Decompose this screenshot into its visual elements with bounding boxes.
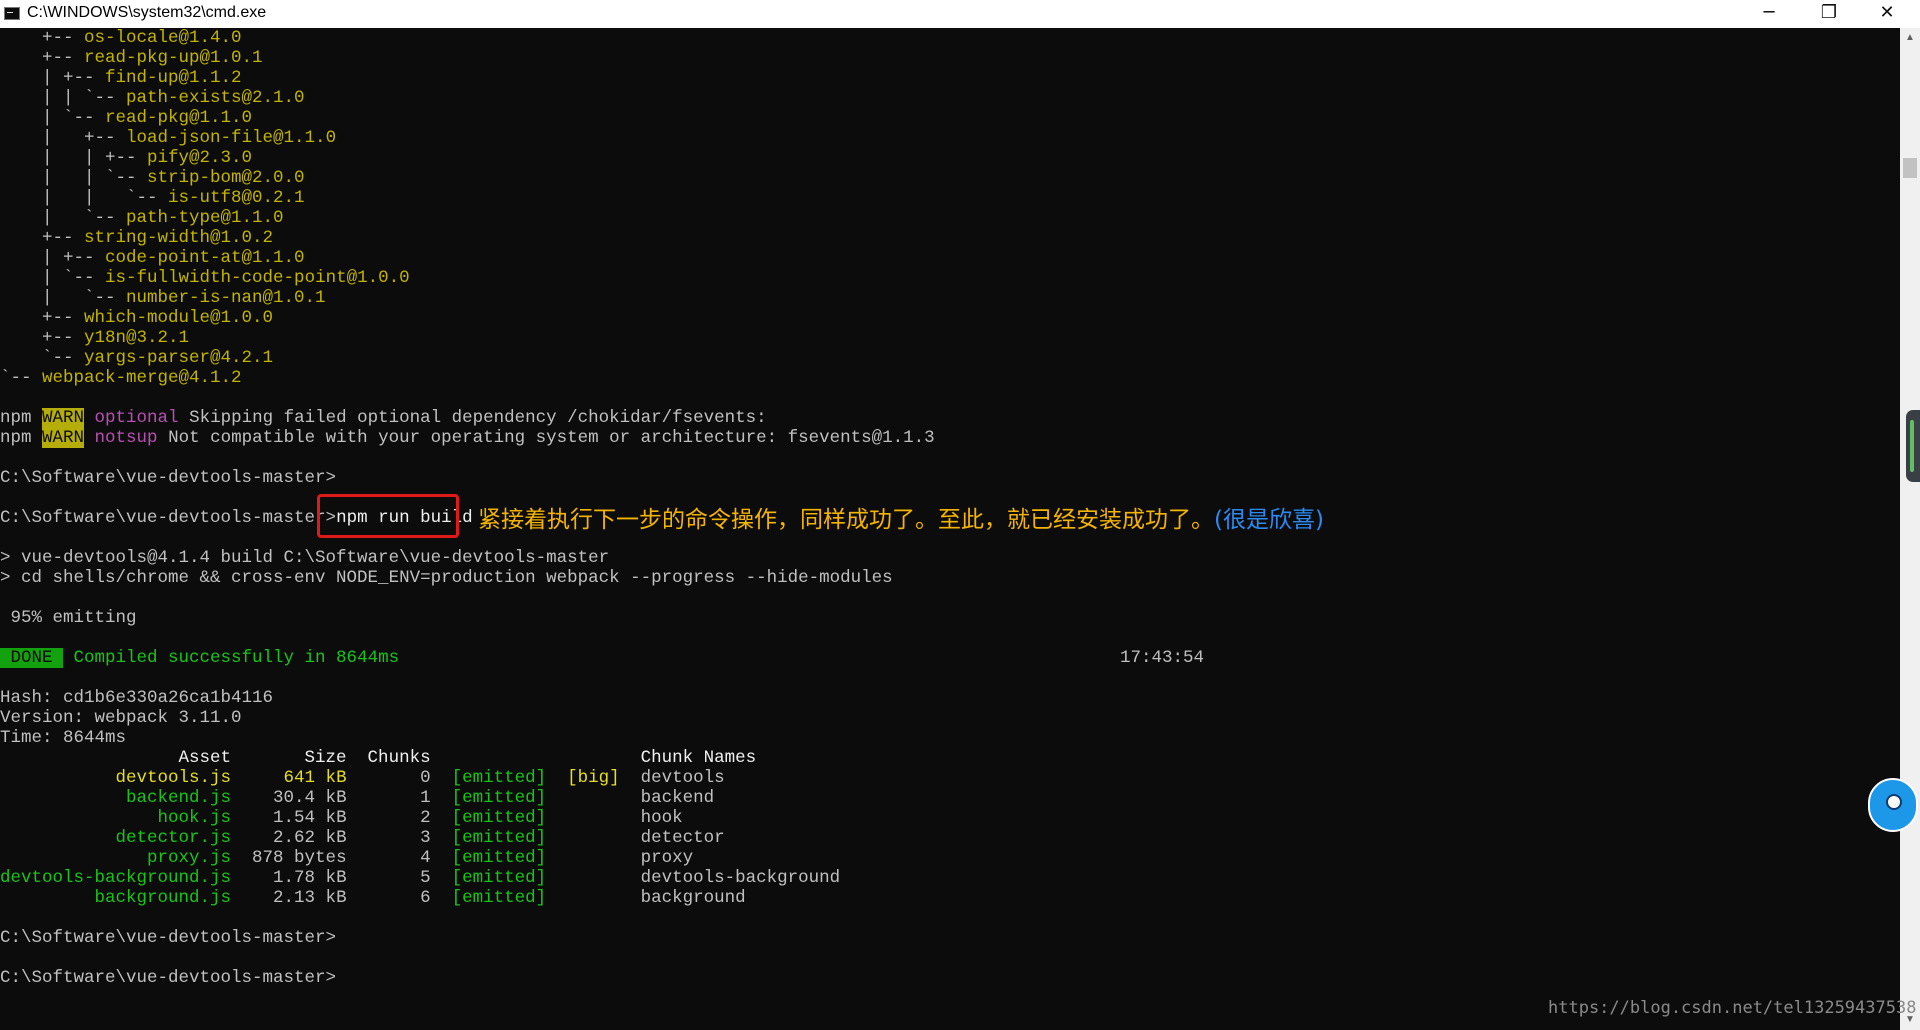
tree-line: | | `-- is-utf8@0.2.1 bbox=[0, 188, 305, 208]
tree-line: | | +-- pify@2.3.0 bbox=[0, 148, 253, 168]
script-line: > vue-devtools@4.1.4 build C:\Software\v… bbox=[0, 548, 610, 568]
npm-warn-line: npm WARN optional Skipping failed option… bbox=[0, 408, 767, 428]
hash-line: Hash: cd1b6e330a26ca1b4116 bbox=[0, 688, 274, 708]
table-row: devtools.js 641 kB 0 [emitted] [big] dev… bbox=[0, 768, 725, 788]
prompt-line: C:\Software\vue-devtools-master> bbox=[0, 968, 337, 988]
cmd-app-icon bbox=[4, 7, 20, 20]
tree-line: | +-- code-point-at@1.1.0 bbox=[0, 248, 305, 268]
npm-warn-line: npm WARN notsup Not compatible with your… bbox=[0, 428, 935, 448]
done-badge: DONE bbox=[0, 648, 64, 668]
tree-line: +-- which-module@1.0.0 bbox=[0, 308, 274, 328]
warn-badge: WARN bbox=[42, 408, 85, 428]
minimize-button[interactable]: ─ bbox=[1740, 0, 1798, 28]
scroll-up-arrow-icon[interactable]: ▲ bbox=[1900, 28, 1920, 48]
tree-line: +-- y18n@3.2.1 bbox=[0, 328, 190, 348]
tree-line: | | `-- path-exists@2.1.0 bbox=[0, 88, 305, 108]
table-row: detector.js 2.62 kB 3 [emitted] detector bbox=[0, 828, 725, 848]
done-timestamp: 17:43:54 bbox=[1120, 648, 1205, 668]
watermark-url: https://blog.csdn.net/tel13259437538 bbox=[1548, 998, 1917, 1018]
tree-line: | +-- load-json-file@1.1.0 bbox=[0, 128, 337, 148]
tree-line: +-- os-locale@1.4.0 bbox=[0, 28, 242, 48]
tree-line: `-- webpack-merge@4.1.2 bbox=[0, 368, 242, 388]
prompt-line: C:\Software\vue-devtools-master> bbox=[0, 928, 337, 948]
progress-line: 95% emitting bbox=[0, 608, 137, 628]
annotation-highlight-box bbox=[317, 494, 459, 538]
script-line: > cd shells/chrome && cross-env NODE_ENV… bbox=[0, 568, 893, 588]
table-row: background.js 2.13 kB 6 [emitted] backgr… bbox=[0, 888, 746, 908]
annotation-text: 紧接着执行下一步的命令操作，同样成功了。至此，就已经安装成功了。(很是欣喜) bbox=[478, 507, 1324, 533]
scroll-thumb[interactable] bbox=[1903, 158, 1917, 178]
assistant-mascot-icon[interactable] bbox=[1868, 778, 1918, 832]
window-title: C:\WINDOWS\system32\cmd.exe bbox=[27, 4, 267, 21]
time-line: Time: 8644ms bbox=[0, 728, 127, 748]
tree-line: | | `-- strip-bom@2.0.0 bbox=[0, 168, 305, 188]
table-row: backend.js 30.4 kB 1 [emitted] backend bbox=[0, 788, 715, 808]
tree-line: +-- string-width@1.0.2 bbox=[0, 228, 274, 248]
table-row: devtools-background.js 1.78 kB 5 [emitte… bbox=[0, 868, 841, 888]
done-line: DONE Compiled successfully in 8644ms bbox=[0, 648, 400, 668]
side-meter-widget[interactable] bbox=[1906, 410, 1920, 482]
warn-badge: WARN bbox=[42, 428, 85, 448]
close-button[interactable]: ✕ bbox=[1858, 0, 1916, 28]
title-bar: C:\WINDOWS\system32\cmd.exe ─ ❐ ✕ bbox=[0, 0, 1920, 29]
table-row: proxy.js 878 bytes 4 [emitted] proxy bbox=[0, 848, 694, 868]
tree-line: | `-- read-pkg@1.1.0 bbox=[0, 108, 253, 128]
vertical-scrollbar[interactable]: ▲ ▼ bbox=[1900, 28, 1920, 1030]
tree-line: | `-- number-is-nan@1.0.1 bbox=[0, 288, 326, 308]
maximize-button[interactable]: ❐ bbox=[1800, 0, 1858, 28]
tree-line: | `-- is-fullwidth-code-point@1.0.0 bbox=[0, 268, 410, 288]
version-line: Version: webpack 3.11.0 bbox=[0, 708, 242, 728]
annotation-paren: (很是欣喜) bbox=[1214, 507, 1324, 533]
tree-line: | `-- path-type@1.1.0 bbox=[0, 208, 284, 228]
tree-line: +-- read-pkg-up@1.0.1 bbox=[0, 48, 263, 68]
table-header: Asset Size Chunks Chunk Names bbox=[0, 748, 757, 768]
prompt-line: C:\Software\vue-devtools-master> bbox=[0, 468, 337, 488]
tree-line: `-- yargs-parser@4.2.1 bbox=[0, 348, 274, 368]
table-row: hook.js 1.54 kB 2 [emitted] hook bbox=[0, 808, 683, 828]
mascot-magnifier-icon bbox=[1886, 794, 1902, 810]
tree-line: | +-- find-up@1.1.2 bbox=[0, 68, 242, 88]
